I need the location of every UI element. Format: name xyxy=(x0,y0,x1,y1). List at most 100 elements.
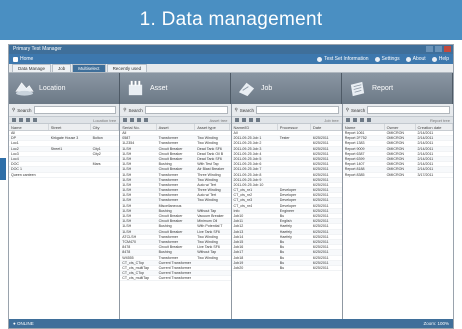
add-icon[interactable] xyxy=(123,118,128,122)
menu-test-set-info[interactable]: Test Set Information xyxy=(317,54,369,64)
edit-icon[interactable] xyxy=(19,118,23,122)
column-header[interactable]: Name/ID xyxy=(232,124,278,130)
module-job[interactable]: Job xyxy=(231,73,342,104)
menu-about[interactable]: About xyxy=(405,54,426,64)
table-cell: Live Tank SF6 xyxy=(197,229,220,234)
menu-settings[interactable]: Settings xyxy=(374,54,400,64)
home-label: Home xyxy=(20,56,34,62)
column-header[interactable]: Asset xyxy=(157,124,196,130)
table-cell: 8478 xyxy=(122,250,131,255)
table-cell xyxy=(195,131,230,135)
edit-icon[interactable] xyxy=(352,118,357,122)
module-asset[interactable]: Asset xyxy=(120,73,231,104)
panel-crumb: Location tree xyxy=(93,117,117,123)
table-cell: Circuit Breaker xyxy=(158,219,183,224)
menu-help[interactable]: Help xyxy=(431,54,449,64)
table-cell: Report 2F752 xyxy=(344,136,367,141)
copy-icon[interactable] xyxy=(366,118,371,122)
table-cell: Miscellaneous xyxy=(158,203,182,208)
menu-label: Help xyxy=(438,56,449,62)
table-cell: Report 8385 xyxy=(344,172,365,177)
search-input[interactable] xyxy=(33,106,117,114)
table-cell xyxy=(278,147,311,151)
table-cell: Bu xyxy=(279,265,285,270)
minimize-button[interactable] xyxy=(426,46,433,52)
table-cell: 6/25/2011 xyxy=(312,245,329,250)
table-cell xyxy=(49,167,91,171)
add-icon[interactable] xyxy=(345,118,350,122)
table-cell: Current Transformer xyxy=(158,276,191,281)
table-cell: 2/14/2011 xyxy=(417,167,434,172)
module-location[interactable]: Location xyxy=(9,73,120,104)
add-icon[interactable] xyxy=(234,118,239,122)
table-row[interactable]: Report 8385 OMICRON 3/17/2011 xyxy=(342,172,453,178)
module-report[interactable]: Report xyxy=(342,73,453,104)
help-icon xyxy=(431,56,437,62)
table-cell: Bu xyxy=(279,255,285,260)
tab-1[interactable]: Job xyxy=(52,64,72,72)
table-cell: CT_cts_nr2 xyxy=(233,193,253,198)
table-cell: Loc3 xyxy=(11,151,19,156)
column-header[interactable]: Processor xyxy=(278,124,311,130)
table-cell: 1LSH xyxy=(122,219,132,224)
add-icon[interactable] xyxy=(12,118,16,122)
table-cell: CT_cts_CTop xyxy=(122,271,145,276)
edit-icon[interactable] xyxy=(241,118,246,122)
column-header[interactable]: Creation date xyxy=(416,124,453,130)
asset-icon xyxy=(128,80,143,96)
module-label: Asset xyxy=(150,85,168,92)
delete-icon[interactable] xyxy=(26,118,30,122)
table-cell: Two Winding xyxy=(197,255,218,260)
table-cell: 1LSH xyxy=(122,214,132,218)
edit-icon[interactable] xyxy=(130,118,135,122)
table-cell: 6/25/2011 xyxy=(312,250,329,255)
column-header[interactable]: Asset type xyxy=(195,124,231,130)
column-header[interactable]: Name xyxy=(9,124,49,130)
search-input[interactable] xyxy=(144,106,228,114)
table-cell: Street1 xyxy=(50,146,63,151)
copy-icon[interactable] xyxy=(255,118,260,122)
table-row[interactable]: CT_cts_multiTap Current Transformer xyxy=(120,276,231,282)
table-cell: OMICRON xyxy=(386,146,405,151)
column-header[interactable]: Date xyxy=(311,124,342,130)
table-cell: DOC 1 xyxy=(11,167,22,172)
table-cell: Current Transformer xyxy=(158,265,191,270)
column-header[interactable]: City xyxy=(91,124,120,130)
table-cell xyxy=(49,157,91,161)
maximize-button[interactable] xyxy=(435,46,442,52)
tab-3[interactable]: Recently used xyxy=(106,64,148,72)
table-cell: Current Transformer xyxy=(158,260,191,265)
delete-icon[interactable] xyxy=(359,118,364,122)
job-table-body: All 2011-09-25 Job 1 Tester 6/25/2011 2011-0… xyxy=(231,131,342,272)
table-cell: 2/14/2011 xyxy=(417,146,434,151)
search-input[interactable] xyxy=(256,106,339,114)
table-cell: OMICRON xyxy=(386,131,405,135)
table-row[interactable]: Queen canteen xyxy=(9,173,120,178)
table-cell: Three Winding xyxy=(197,172,221,177)
column-header[interactable]: Serial No. xyxy=(120,124,157,130)
copy-icon[interactable] xyxy=(33,118,37,122)
table-cell: Transformer xyxy=(158,177,179,182)
close-button[interactable] xyxy=(444,46,451,52)
table-cell: Transformer xyxy=(158,172,179,177)
asset-table-header: Serial No. Asset Asset type xyxy=(120,124,231,131)
table-cell xyxy=(195,204,230,208)
delete-icon[interactable] xyxy=(248,118,253,122)
tab-0[interactable]: Data Manage xyxy=(12,64,52,72)
table-cell: Report 1407 xyxy=(344,162,365,167)
delete-icon[interactable] xyxy=(137,118,142,122)
job-panel: ⚲ Search Job tree Name/ID Processor Date All 20… xyxy=(231,104,343,319)
table-cell: Loc1 xyxy=(11,141,19,146)
tab-2[interactable]: Multiselect xyxy=(72,64,106,72)
column-header[interactable]: Name xyxy=(343,124,385,130)
column-header[interactable]: Owner xyxy=(385,124,416,130)
panel-crumb: Job tree xyxy=(324,117,339,123)
search-input[interactable] xyxy=(367,106,450,114)
table-cell: Developer xyxy=(279,203,297,208)
table-row[interactable]: Job20 Bu 6/25/2011 xyxy=(231,265,342,272)
column-header[interactable]: Street xyxy=(49,124,91,130)
home-button[interactable]: Home xyxy=(13,54,33,64)
table-cell: Haefely xyxy=(279,234,292,239)
info-icon xyxy=(317,56,323,62)
copy-icon[interactable] xyxy=(144,118,149,122)
